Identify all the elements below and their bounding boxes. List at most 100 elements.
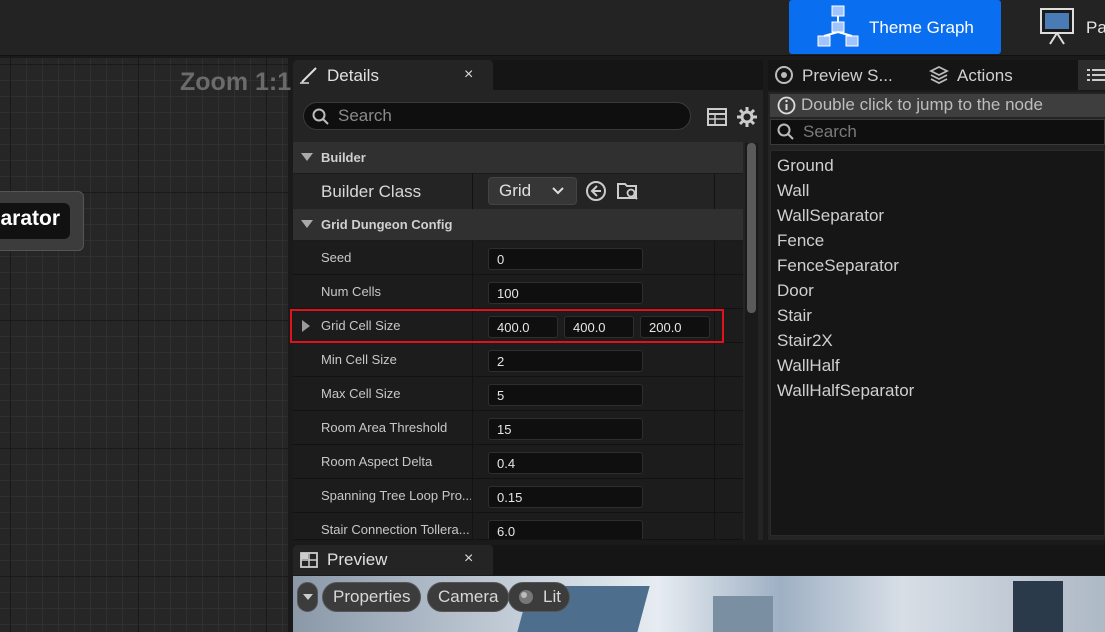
- column-divider: [472, 411, 473, 444]
- preview-settings-tab[interactable]: Preview S...: [770, 60, 920, 90]
- details-scrollbar[interactable]: [747, 143, 756, 313]
- preview-tab[interactable]: Preview ×: [293, 545, 493, 575]
- viewport-building: [1013, 581, 1063, 632]
- property-row-seed: Seed 0: [293, 241, 743, 275]
- browse-folder-icon[interactable]: [616, 179, 640, 203]
- room-aspect-delta-field[interactable]: 0.4: [488, 452, 643, 474]
- viewport-icon: [300, 552, 318, 568]
- actions-search-input[interactable]: [803, 122, 1093, 142]
- viewport-options-button[interactable]: [297, 582, 318, 612]
- num-cells-field[interactable]: 100: [488, 282, 643, 304]
- column-divider: [714, 445, 715, 478]
- column-divider: [472, 275, 473, 308]
- column-divider: [714, 411, 715, 444]
- node-list: Ground Wall WallSeparator Fence FenceSep…: [770, 150, 1105, 536]
- column-divider: [472, 479, 473, 512]
- details-close-icon[interactable]: ×: [464, 66, 473, 84]
- column-divider: [714, 174, 715, 210]
- list-icon: [1087, 69, 1105, 81]
- property-row-num-cells: Num Cells 100: [293, 275, 743, 309]
- expand-arrow-icon: [301, 153, 313, 161]
- property-row-room-aspect-delta: Room Aspect Delta 0.4: [293, 445, 743, 479]
- property-row-room-area-threshold: Room Area Threshold 15: [293, 411, 743, 445]
- details-tab[interactable]: Details ×: [293, 60, 493, 90]
- hint-bar: Double click to jump to the node: [770, 94, 1105, 117]
- preview-close-icon[interactable]: ×: [464, 550, 473, 568]
- column-divider: [472, 241, 473, 274]
- details-search-input[interactable]: [338, 106, 678, 126]
- list-item[interactable]: Stair: [777, 306, 812, 326]
- property-name: Num Cells: [321, 284, 381, 299]
- column-divider: [714, 241, 715, 274]
- graph-icon: [817, 5, 859, 47]
- lit-label: Lit: [543, 587, 561, 606]
- camera-button[interactable]: Camera: [427, 582, 510, 612]
- properties-button[interactable]: Properties: [322, 582, 422, 612]
- category-builder-label: Builder: [321, 150, 366, 165]
- property-name: Room Area Threshold: [321, 420, 448, 435]
- list-item[interactable]: WallHalfSeparator: [777, 381, 914, 401]
- list-item[interactable]: Door: [777, 281, 814, 301]
- builder-class-label: Builder Class: [321, 182, 422, 201]
- room-area-threshold-field[interactable]: 15: [488, 418, 643, 440]
- actions-tab[interactable]: Actions: [925, 60, 1055, 90]
- search-icon: [777, 123, 794, 140]
- list-view-tab[interactable]: [1078, 60, 1105, 90]
- details-title: Details: [327, 66, 379, 85]
- list-item[interactable]: FenceSeparator: [777, 256, 899, 276]
- preview-settings-icon: [775, 66, 793, 84]
- stair-connection-field[interactable]: 6.0: [488, 520, 643, 539]
- column-divider: [714, 479, 715, 512]
- layers-icon: [929, 65, 949, 85]
- info-icon: [777, 96, 796, 115]
- category-grid-dungeon-config-label: Grid Dungeon Config: [321, 217, 453, 232]
- list-item[interactable]: Fence: [777, 231, 824, 251]
- category-builder[interactable]: Builder: [293, 142, 743, 174]
- chevron-down-icon: [552, 187, 564, 195]
- column-divider: [714, 275, 715, 308]
- seed-field[interactable]: 0: [488, 248, 643, 270]
- category-grid-dungeon-config[interactable]: Grid Dungeon Config: [293, 209, 743, 241]
- property-row-min-cell-size: Min Cell Size 2: [293, 343, 743, 377]
- column-divider: [472, 174, 473, 210]
- property-name: Room Aspect Delta: [321, 454, 433, 469]
- column-divider: [472, 343, 473, 376]
- actions-label: Actions: [957, 66, 1013, 85]
- palette-button[interactable]: Pa: [1030, 0, 1105, 54]
- property-name: Spanning Tree Loop Pro...: [321, 488, 471, 503]
- list-item[interactable]: WallHalf: [777, 356, 840, 376]
- property-name: Max Cell Size: [321, 386, 401, 401]
- lit-button[interactable]: Lit: [508, 582, 570, 612]
- search-icon: [312, 108, 329, 125]
- list-item[interactable]: Ground: [777, 156, 834, 176]
- property-row-spanning-tree-loop: Spanning Tree Loop Pro... 0.15: [293, 479, 743, 513]
- min-cell-size-field[interactable]: 2: [488, 350, 643, 372]
- settings-gear-icon[interactable]: [737, 107, 757, 127]
- details-search[interactable]: [303, 102, 691, 130]
- builder-class-value: Grid: [499, 181, 532, 200]
- column-divider: [714, 343, 715, 376]
- property-name: Min Cell Size: [321, 352, 397, 367]
- list-item[interactable]: WallSeparator: [777, 206, 884, 226]
- property-name: Stair Connection Tollera...: [321, 522, 470, 537]
- lit-sphere-icon: [519, 590, 533, 604]
- theme-graph-button[interactable]: Theme Graph: [789, 0, 1001, 54]
- highlight-box: [290, 309, 724, 343]
- chevron-down-icon: [303, 594, 313, 600]
- column-divider: [472, 377, 473, 410]
- property-row-max-cell-size: Max Cell Size 5: [293, 377, 743, 411]
- palette-label: Pa: [1086, 18, 1105, 37]
- table-view-icon[interactable]: [707, 107, 727, 127]
- list-item[interactable]: Stair2X: [777, 331, 833, 351]
- graph-node-label: arator: [0, 203, 70, 239]
- preview-title: Preview: [327, 550, 388, 569]
- column-divider: [472, 513, 473, 539]
- actions-search[interactable]: [770, 119, 1105, 145]
- use-selected-icon[interactable]: [585, 180, 607, 202]
- list-item[interactable]: Wall: [777, 181, 809, 201]
- column-divider: [714, 513, 715, 539]
- spanning-tree-loop-field[interactable]: 0.15: [488, 486, 643, 508]
- theme-graph-canvas[interactable]: [0, 58, 288, 632]
- max-cell-size-field[interactable]: 5: [488, 384, 643, 406]
- builder-class-dropdown[interactable]: Grid: [488, 177, 577, 205]
